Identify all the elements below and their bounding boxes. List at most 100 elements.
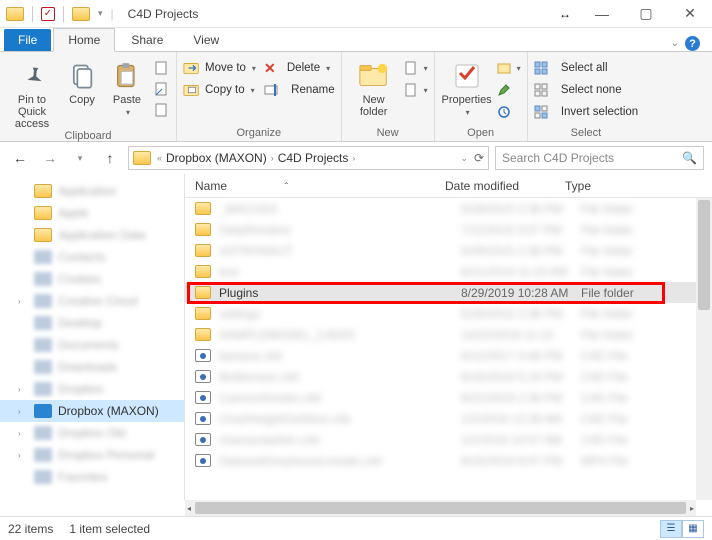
view-details-button[interactable]: ☰ xyxy=(660,520,682,538)
tree-item[interactable]: ›Creative Cloud xyxy=(0,290,184,312)
tree-item[interactable]: ›Dropbox Old xyxy=(0,422,184,444)
close-button[interactable]: ✕ xyxy=(668,0,712,28)
col-header-type[interactable]: Type xyxy=(565,179,645,193)
new-folder-label: New folder xyxy=(348,94,400,118)
properties-label: Properties xyxy=(442,94,492,106)
tree-item[interactable]: Application Data xyxy=(0,224,184,246)
select-all-button[interactable]: Select all xyxy=(534,58,639,78)
file-row-selected[interactable]: Plugins8/29/2019 10:28 AMFile folder xyxy=(185,282,712,303)
clipboard-small3[interactable] xyxy=(154,100,170,120)
tab-file[interactable]: File xyxy=(4,29,51,51)
file-row[interactable]: cheesestarfish.c4d1/2/2019 10:57 AMC4D F… xyxy=(185,429,712,450)
tree-item[interactable]: Desktop xyxy=(0,312,184,334)
open-button[interactable]: ▾ xyxy=(497,58,521,78)
history-button[interactable] xyxy=(497,102,521,122)
quick-access-toolbar: ✓ ▾ | C4D Projects xyxy=(0,6,198,22)
refresh-icon[interactable]: ⟳ xyxy=(474,151,484,165)
clipboard-small2[interactable] xyxy=(154,79,170,99)
tree-item[interactable]: Favorites xyxy=(0,466,184,488)
horizontal-scrollbar[interactable]: ◂▸ xyxy=(185,500,696,516)
select-none-button[interactable]: Select none xyxy=(534,80,639,100)
minimize-button[interactable]: — xyxy=(580,0,624,28)
tree-item[interactable]: Downloads xyxy=(0,356,184,378)
address-bar[interactable]: « Dropbox (MAXON) › C4D Projects › ⌄ ⟳ xyxy=(128,146,489,170)
file-row[interactable]: DailyRenders7/11/2019 3:07 PMFile folder xyxy=(185,219,712,240)
tree-item[interactable]: Documents xyxy=(0,334,184,356)
search-icon[interactable]: 🔍 xyxy=(682,151,697,165)
forward-button[interactable]: → xyxy=(38,146,62,170)
resize-handle-icon[interactable]: ↔ xyxy=(550,0,580,28)
recent-locations-button[interactable]: ▾ xyxy=(68,146,92,170)
vertical-scrollbar[interactable] xyxy=(696,198,712,500)
tree-item[interactable]: Application xyxy=(0,180,184,202)
navigation-pane[interactable]: Application Apple Application Data Conta… xyxy=(0,174,185,500)
tree-item-selected[interactable]: ›Dropbox (MAXON) xyxy=(0,400,184,422)
qat-properties-icon[interactable]: ✓ xyxy=(41,7,55,21)
new-folder-button[interactable]: New folder xyxy=(348,58,400,118)
file-row[interactable]: SAMPLEMODEL_C4D0310/22/2019 11:15File fo… xyxy=(185,324,712,345)
file-row[interactable]: test6/21/2019 11:23 AMFile folder xyxy=(185,261,712,282)
status-item-count: 22 items xyxy=(8,522,53,536)
properties-button[interactable]: Properties▾ xyxy=(441,58,493,117)
qat-dropdown-icon[interactable]: ▾ xyxy=(98,8,103,19)
invert-selection-button[interactable]: Invert selection xyxy=(534,102,639,122)
search-box[interactable]: Search C4D Projects 🔍 xyxy=(495,146,704,170)
navigation-row: ← → ▾ ↑ « Dropbox (MAXON) › C4D Projects… xyxy=(0,142,712,174)
file-row[interactable]: ASTRONAUT5/29/2015 2:36 PMFile folder xyxy=(185,240,712,261)
file-row[interactable]: _MACOSX5/29/2015 2:36 PMFile folder xyxy=(185,198,712,219)
tree-item[interactable]: Cookies xyxy=(0,268,184,290)
file-row[interactable]: DaleandGreyhound.model.c4d8/15/2019 9:07… xyxy=(185,450,712,471)
file-row[interactable]: ChartHeightOutShot.c4d1/2/2019 12:29 AMC… xyxy=(185,408,712,429)
tree-item[interactable]: ›Dropbox xyxy=(0,378,184,400)
view-large-icons-button[interactable]: ▦ xyxy=(682,520,704,538)
paste-button[interactable]: Paste▾ xyxy=(106,58,148,117)
file-row[interactable]: Bottlenose.c4d9/15/2019 5:16 PMC4D File xyxy=(185,366,712,387)
folder-icon[interactable] xyxy=(6,7,24,21)
status-selection: 1 item selected xyxy=(69,522,150,536)
maximize-button[interactable]: ▢ xyxy=(624,0,668,28)
copy-label: Copy xyxy=(69,94,95,106)
breadcrumb-seg[interactable]: Dropbox (MAXON) xyxy=(166,151,267,165)
column-headers: Name⌃ Date modified Type xyxy=(185,174,712,198)
col-header-name[interactable]: Name⌃ xyxy=(195,179,445,193)
folder-icon xyxy=(133,151,151,165)
rename-button[interactable]: Rename xyxy=(264,80,335,100)
ribbon-group-new: New folder ▾ ▾ New xyxy=(342,52,435,141)
move-to-button[interactable]: Move to▾ xyxy=(183,58,256,78)
new-item-button[interactable]: ▾ xyxy=(404,58,428,78)
addr-dropdown-icon[interactable]: ⌄ xyxy=(460,153,468,164)
ribbon-group-organize: Move to▾ Copy to▾ ✕ Delete▾ Rename Organ… xyxy=(177,52,342,141)
tree-item[interactable]: ›Dropbox Personal xyxy=(0,444,184,466)
ribbon-collapse-icon[interactable]: ⌄ xyxy=(671,38,679,49)
pin-label: Pin to Quick access xyxy=(6,94,58,130)
edit-button[interactable] xyxy=(497,80,521,100)
delete-button[interactable]: ✕ Delete▾ xyxy=(264,58,335,78)
tab-view[interactable]: View xyxy=(179,29,233,51)
clipboard-small1[interactable] xyxy=(154,58,170,78)
col-header-date[interactable]: Date modified xyxy=(445,179,565,193)
folder-icon[interactable] xyxy=(72,7,90,21)
ribbon-group-clipboard: Pin to Quick access Copy Paste▾ Clipboar… xyxy=(0,52,177,141)
back-button[interactable]: ← xyxy=(8,146,32,170)
tab-share[interactable]: Share xyxy=(117,29,177,51)
breadcrumb-seg[interactable]: C4D Projects xyxy=(278,151,349,165)
scrollbar-thumb[interactable] xyxy=(698,200,710,310)
file-row[interactable]: settings5/29/2015 2:36 PMFile folder xyxy=(185,303,712,324)
tree-item[interactable]: Apple xyxy=(0,202,184,224)
up-button[interactable]: ↑ xyxy=(98,146,122,170)
ribbon-tabs: File Home Share View ⌄ ? xyxy=(0,28,712,52)
tab-home[interactable]: Home xyxy=(53,28,115,52)
organize-group-label: Organize xyxy=(183,127,335,141)
file-list-pane: Name⌃ Date modified Type _MACOSX5/29/201… xyxy=(185,174,712,500)
select-group-label: Select xyxy=(534,127,639,141)
tree-item[interactable]: Contacts xyxy=(0,246,184,268)
status-bar: 22 items 1 item selected ☰ ▦ xyxy=(0,516,712,540)
copy-to-button[interactable]: Copy to▾ xyxy=(183,80,256,100)
ribbon: Pin to Quick access Copy Paste▾ Clipboar… xyxy=(0,52,712,142)
file-row[interactable]: CannonSmoke.c4d6/21/2019 2:36 PMC4D File xyxy=(185,387,712,408)
easy-access-button[interactable]: ▾ xyxy=(404,80,428,100)
pin-to-quick-access-button[interactable]: Pin to Quick access xyxy=(6,58,58,130)
file-row[interactable]: banana.c4d5/12/2017 3:46 PMC4D File xyxy=(185,345,712,366)
copy-button[interactable]: Copy xyxy=(62,58,102,106)
help-icon[interactable]: ? xyxy=(685,36,700,51)
